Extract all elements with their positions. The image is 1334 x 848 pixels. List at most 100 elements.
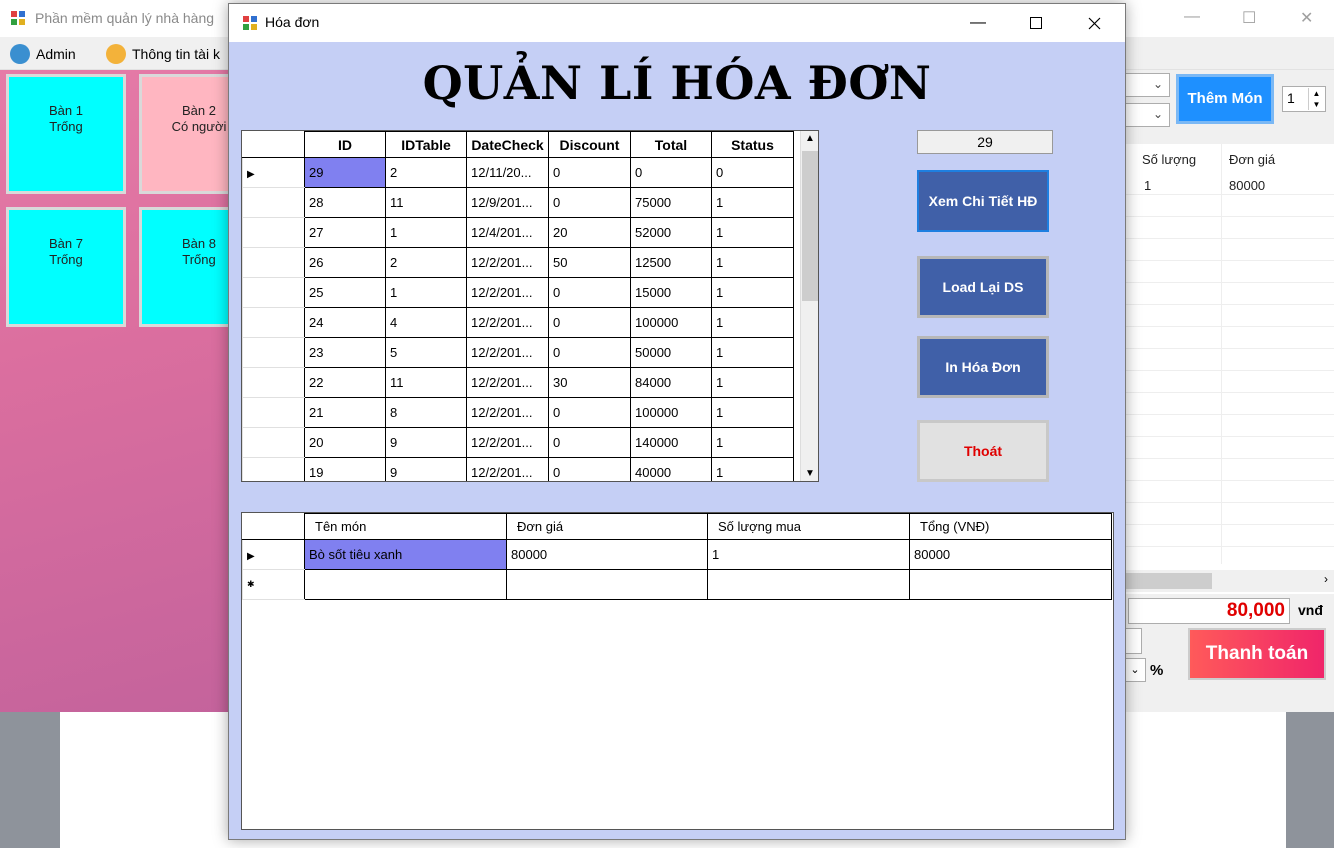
close-button[interactable] <box>1065 4 1123 42</box>
cell[interactable]: 15000 <box>630 277 712 308</box>
cell[interactable]: 52000 <box>630 217 712 248</box>
view-detail-button[interactable]: Xem Chi Tiết HĐ <box>917 170 1049 232</box>
cell[interactable]: 0 <box>548 337 631 368</box>
bill-column-header[interactable]: Đơn giá <box>1229 152 1275 167</box>
table-row[interactable]: 27 1 12/4/201... 20 52000 1 <box>242 217 794 248</box>
cell[interactable]: 19 <box>304 457 386 481</box>
cell[interactable]: 12/4/201... <box>466 217 549 248</box>
cell[interactable]: 80000 <box>506 539 708 570</box>
stepper-arrows-icon[interactable]: ▲ ▼ <box>1308 88 1324 110</box>
chevron-right-icon[interactable]: › <box>1324 572 1328 586</box>
cell[interactable] <box>304 569 507 600</box>
cell[interactable]: 29 <box>304 157 386 188</box>
cell[interactable]: 1 <box>711 397 794 428</box>
cell[interactable]: 11 <box>385 187 467 218</box>
cell[interactable]: 24 <box>304 307 386 338</box>
cell[interactable]: 30 <box>548 367 631 398</box>
cell[interactable]: 25 <box>304 277 386 308</box>
cell[interactable]: 20 <box>548 217 631 248</box>
cell[interactable]: 1 <box>711 337 794 368</box>
table-row[interactable]: 21 8 12/2/201... 0 100000 1 <box>242 397 794 428</box>
cell[interactable] <box>707 569 910 600</box>
cell[interactable]: 20 <box>304 427 386 458</box>
column-header-food-name[interactable]: Tên món <box>304 513 507 540</box>
scrollbar-thumb[interactable] <box>1124 573 1212 589</box>
cell[interactable]: 50 <box>548 247 631 278</box>
cell[interactable]: 27 <box>304 217 386 248</box>
menu-account-info[interactable]: Thông tin tài k <box>106 43 220 65</box>
cell[interactable]: 84000 <box>630 367 712 398</box>
table-row[interactable]: 26 2 12/2/201... 50 12500 1 <box>242 247 794 278</box>
table-button-1[interactable]: Bàn 1 Trống <box>6 74 126 194</box>
table-row[interactable]: 23 5 12/2/201... 0 50000 1 <box>242 337 794 368</box>
dialog-titlebar[interactable]: Hóa đơn — <box>229 4 1125 42</box>
table-row[interactable]: 24 4 12/2/201... 0 100000 1 <box>242 307 794 338</box>
column-header-datecheck[interactable]: DateCheck <box>466 131 549 158</box>
category-combobox[interactable]: ⌄ <box>1124 73 1170 97</box>
cell[interactable]: 140000 <box>630 427 712 458</box>
cell[interactable]: 0 <box>548 277 631 308</box>
cell[interactable]: 23 <box>304 337 386 368</box>
row-header[interactable]: ✱ <box>242 569 305 600</box>
bill-listview[interactable]: Số lượng Đơn giá 1 80000 <box>1124 144 1334 594</box>
total-price-field[interactable]: 80,000 <box>1128 598 1290 624</box>
cell[interactable]: 12/2/201... <box>466 397 549 428</box>
menu-admin[interactable]: Admin <box>10 43 76 65</box>
discount-combobox[interactable]: ⌄ <box>1124 658 1146 682</box>
row-header[interactable] <box>242 187 305 218</box>
cell[interactable]: 50000 <box>630 337 712 368</box>
maximize-icon[interactable]: ☐ <box>1242 8 1256 28</box>
print-invoice-button[interactable]: In Hóa Đơn <box>917 336 1049 398</box>
cell[interactable] <box>506 569 708 600</box>
reload-list-button[interactable]: Load Lại DS <box>917 256 1049 318</box>
table-button-7[interactable]: Bàn 7 Trống <box>6 207 126 327</box>
minimize-button[interactable]: — <box>949 4 1007 42</box>
row-header[interactable] <box>242 247 305 278</box>
cell[interactable]: 12/2/201... <box>466 457 549 481</box>
row-header[interactable] <box>242 307 305 338</box>
cell[interactable]: 21 <box>304 397 386 428</box>
column-header-discount[interactable]: Discount <box>548 131 631 158</box>
chevron-up-icon[interactable]: ▲ <box>805 133 815 144</box>
cell[interactable]: 2 <box>385 247 467 278</box>
table-row[interactable]: 25 1 12/2/201... 0 15000 1 <box>242 277 794 308</box>
cell[interactable]: 11 <box>385 367 467 398</box>
selected-id-field[interactable]: 29 <box>917 130 1053 154</box>
cell[interactable]: 9 <box>385 457 467 481</box>
cell[interactable]: 1 <box>711 187 794 218</box>
row-header[interactable] <box>242 427 305 458</box>
column-header-id[interactable]: ID <box>304 131 386 158</box>
cell[interactable]: 0 <box>711 157 794 188</box>
row-header[interactable] <box>242 397 305 428</box>
cell[interactable]: Bò sốt tiêu xanh <box>304 539 507 570</box>
vertical-scrollbar[interactable]: ▲ ▼ <box>800 131 818 481</box>
food-combobox[interactable]: ⌄ <box>1124 103 1170 127</box>
cell[interactable]: 100000 <box>630 397 712 428</box>
cell[interactable]: 40000 <box>630 457 712 481</box>
column-header-total-vnd[interactable]: Tổng (VNĐ) <box>909 513 1112 540</box>
row-header[interactable] <box>242 337 305 368</box>
cell[interactable]: 28 <box>304 187 386 218</box>
cell[interactable]: 0 <box>548 427 631 458</box>
invoice-detail-grid[interactable]: Tên món Đơn giá Số lượng mua Tổng (VNĐ) … <box>241 512 1114 830</box>
cell[interactable]: 22 <box>304 367 386 398</box>
row-header[interactable] <box>242 217 305 248</box>
cell[interactable]: 12/11/20... <box>466 157 549 188</box>
quantity-stepper[interactable]: 1 ▲ ▼ <box>1282 86 1326 112</box>
scrollbar-thumb[interactable] <box>802 151 818 301</box>
column-header-total[interactable]: Total <box>630 131 712 158</box>
row-header[interactable] <box>242 277 305 308</box>
cell[interactable]: 12/9/201... <box>466 187 549 218</box>
row-header[interactable]: ▶ <box>242 539 305 570</box>
exit-button[interactable]: Thoát <box>917 420 1049 482</box>
row-header[interactable]: ▶ <box>242 157 305 188</box>
cell[interactable]: 1 <box>711 427 794 458</box>
cell[interactable]: 0 <box>630 157 712 188</box>
cell[interactable]: 12/2/201... <box>466 277 549 308</box>
row-header[interactable] <box>242 457 305 481</box>
add-food-button[interactable]: Thêm Món <box>1176 74 1274 124</box>
row-header[interactable] <box>242 367 305 398</box>
minimize-icon[interactable]: — <box>1184 8 1200 26</box>
switch-table-field[interactable] <box>1124 628 1142 654</box>
column-header-quantity[interactable]: Số lượng mua <box>707 513 910 540</box>
